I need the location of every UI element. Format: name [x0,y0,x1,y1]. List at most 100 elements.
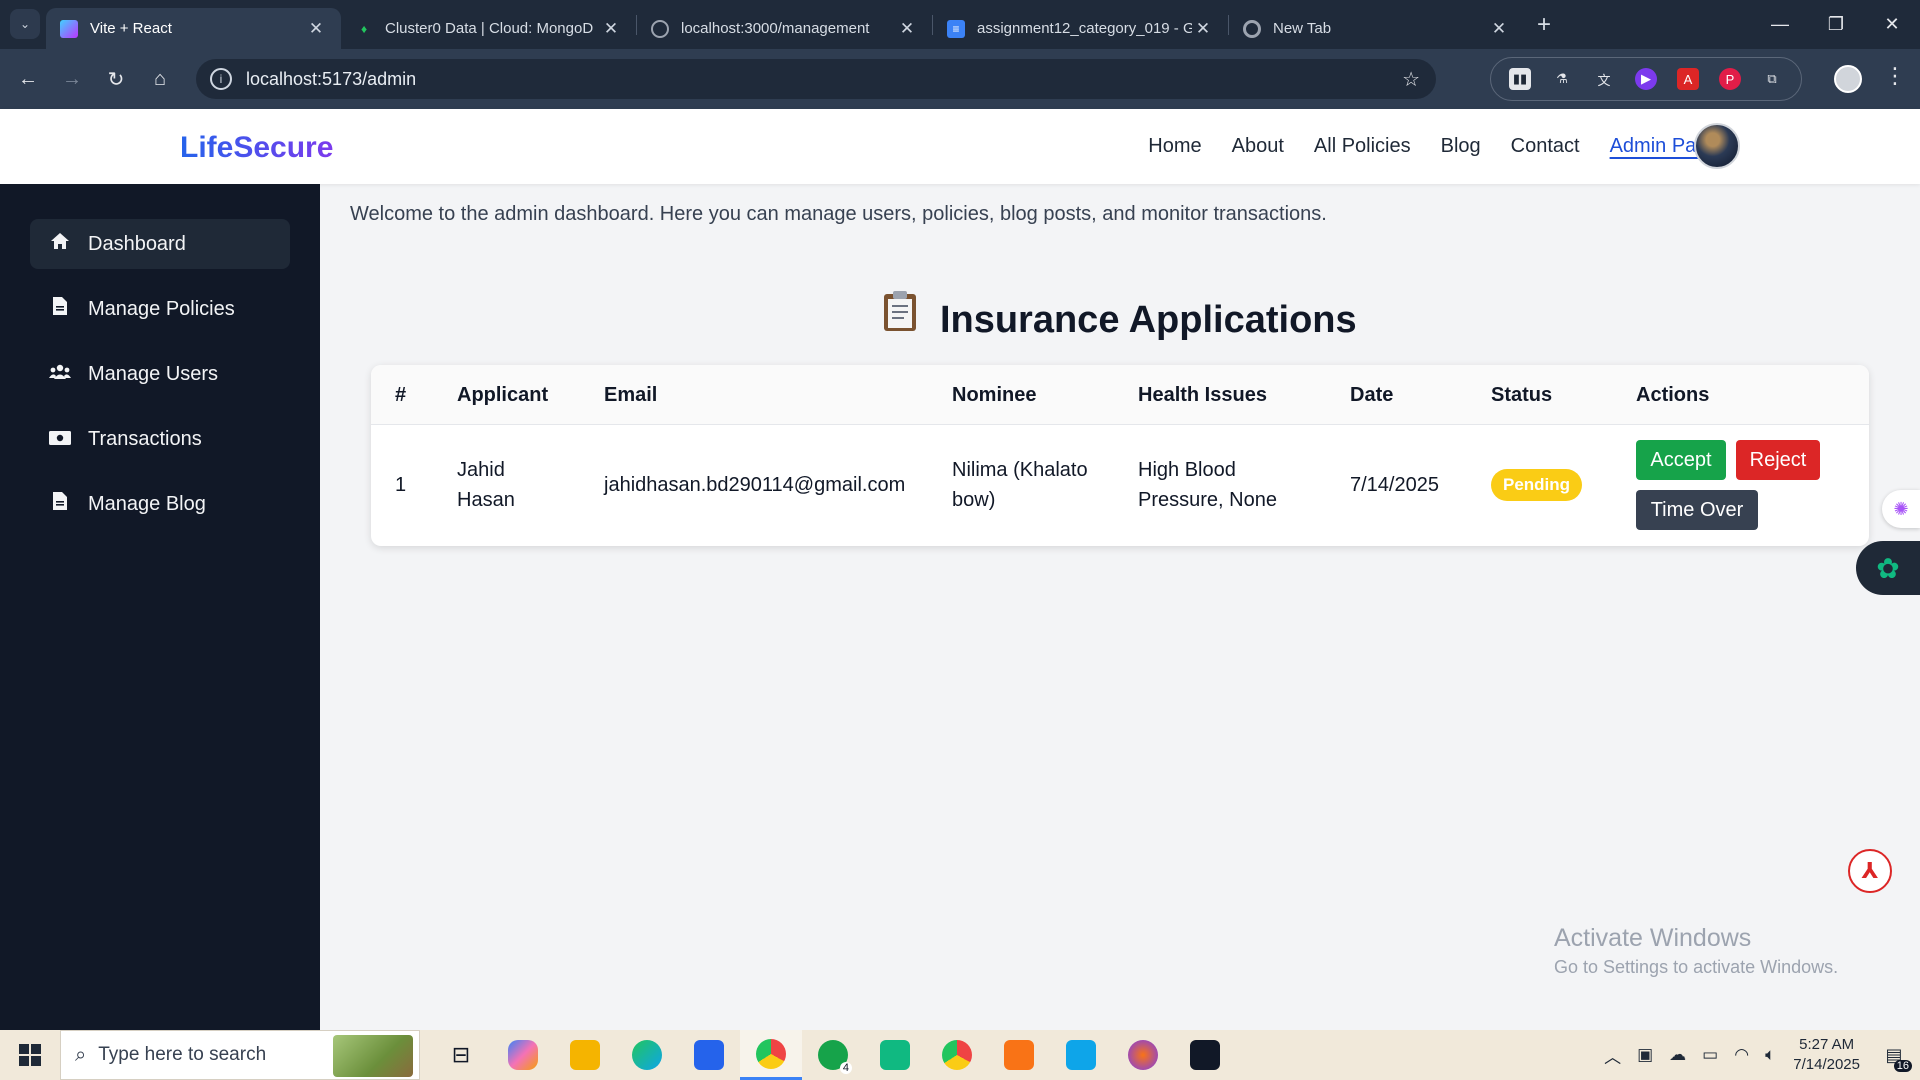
close-tab-icon[interactable]: ✕ [1488,19,1510,39]
welcome-text: Welcome to the admin dashboard. Here you… [350,203,1327,225]
pdf-extension-icon[interactable]: A [1677,68,1699,90]
back-icon[interactable]: ← [6,59,50,99]
nominee-line2: bow) [952,489,996,511]
clipboard-icon [883,290,917,342]
meet-now-icon[interactable]: ▣ [1637,1045,1653,1065]
status-cell: Pending [1491,469,1583,501]
tab-title: Vite + React [90,20,172,37]
reload-icon[interactable]: ↻ [94,59,138,99]
pinterest-icon[interactable]: P [1719,68,1741,90]
mongodb-leaf-icon: ♦ [360,21,368,36]
wifi-icon[interactable]: ◠ [1734,1045,1749,1065]
taskbar-apps: ⊟ 4 [430,1030,1236,1080]
close-tab-icon[interactable]: ✕ [1192,19,1214,39]
close-tab-icon[interactable]: ✕ [896,19,918,39]
nav-contact[interactable]: Contact [1511,135,1580,158]
site-logo[interactable]: LifeSecure [180,131,333,165]
time-over-button[interactable]: Time Over [1636,490,1758,530]
puzzle-icon[interactable]: ⧉ [1761,68,1783,90]
chrome-profile-icon[interactable] [926,1030,988,1080]
globe-icon [651,19,669,38]
sidebar-item-dashboard[interactable]: Dashboard [30,219,290,269]
clock[interactable]: 5:27 AM 7/14/2025 [1793,1035,1860,1075]
watermark-subtitle: Go to Settings to activate Windows. [1554,957,1839,977]
chatgpt-icon[interactable]: ✿ [1856,541,1920,595]
browser-profile-avatar[interactable] [1834,65,1862,93]
vscode-icon[interactable] [1050,1030,1112,1080]
search-placeholder: Type here to search [98,1044,267,1065]
brain-extension-icon[interactable]: ✺ [1882,490,1920,528]
browser-tab-2[interactable]: ♦ Cluster0 Data | Cloud: MongoD ✕ [341,8,636,49]
close-tab-icon[interactable]: ✕ [600,19,622,39]
user-avatar[interactable] [1694,123,1740,169]
chevron-down-icon: ⌄ [19,17,31,31]
sidebar-item-label: Manage Policies [88,297,235,320]
reading-list-icon[interactable]: ▮▮ [1509,68,1531,90]
extensions-group: ▮▮ ⚗ 文 ▶ A P ⧉ [1490,57,1802,101]
browser-tab-1[interactable]: Vite + React ✕ [46,8,341,49]
xampp-icon[interactable] [988,1030,1050,1080]
sidebar-item-label: Manage Users [88,362,219,385]
pdf-icon[interactable]: ⅄ [1848,849,1892,893]
money-icon [48,428,72,451]
close-window-icon[interactable]: ✕ [1864,0,1920,49]
accept-button[interactable]: Accept [1636,440,1726,480]
copilot-icon[interactable] [492,1030,554,1080]
sidebar-item-manage-blog[interactable]: Manage Blog [30,479,290,529]
health-issues-line1: High Blood [1138,459,1236,481]
nav-blog[interactable]: Blog [1441,135,1481,158]
site-info-icon[interactable]: i [210,68,232,90]
site-header: LifeSecure Home About All Policies Blog … [0,109,1920,184]
close-tab-icon[interactable]: ✕ [305,19,327,39]
browser-tab-strip: ⌄ Vite + React ✕ ♦ Cluster0 Data | Cloud… [0,0,1920,49]
sidebar-item-manage-policies[interactable]: Manage Policies [30,284,290,334]
windows-start-icon[interactable] [0,1030,60,1080]
tab-search-button[interactable]: ⌄ [10,9,40,39]
restore-icon[interactable]: ❐ [1808,0,1864,49]
pycharm-icon[interactable] [864,1030,926,1080]
onedrive-icon[interactable]: ☁ [1669,1045,1686,1065]
extension-icon[interactable]: ⚗ [1551,68,1573,90]
nav-all-policies[interactable]: All Policies [1314,135,1411,158]
users-icon [48,363,72,386]
chevron-up-icon[interactable]: ︿ [1604,1043,1621,1068]
browser-tab-5[interactable]: New Tab ✕ [1229,8,1524,49]
home-icon[interactable]: ⌂ [138,59,182,99]
volume-icon[interactable]: 🔈︎ [1765,1045,1775,1065]
nav-home[interactable]: Home [1148,135,1201,158]
nav-about[interactable]: About [1232,135,1284,158]
reject-button[interactable]: Reject [1736,440,1820,480]
browser-tab-4[interactable]: ≡ assignment12_category_019 - G ✕ [933,8,1228,49]
firefox-icon[interactable] [1112,1030,1174,1080]
address-bar[interactable]: i localhost:5173/admin ☆ [196,59,1436,99]
microsoft-store-icon[interactable] [678,1030,740,1080]
sidebar-item-manage-users[interactable]: Manage Users [30,349,290,399]
sidebar-item-transactions[interactable]: Transactions [30,414,290,464]
search-highlight-image [333,1035,413,1077]
column-header: Status [1491,384,1553,406]
tab-title: New Tab [1273,20,1332,37]
minimize-icon[interactable]: — [1752,0,1808,49]
bookmark-star-icon[interactable]: ☆ [1402,67,1420,92]
media-extension-icon[interactable]: ▶ [1635,68,1657,90]
table-row: 1 Jahid Hasan jahidhasan.bd290114@gmail.… [371,425,1869,546]
column-header: # [395,384,407,406]
translate-icon[interactable]: 文 [1593,68,1615,90]
applications-table: # Applicant Email Nominee Health Issues … [371,365,1869,546]
browser-tab-3[interactable]: localhost:3000/management ✕ [637,8,932,49]
taskbar-search[interactable]: ⌕ Type here to search [60,1030,420,1080]
chrome-icon[interactable] [740,1030,802,1080]
whatsapp-icon[interactable]: 4 [802,1030,864,1080]
battery-icon[interactable]: ▭ [1702,1045,1718,1065]
watermark-title: Activate Windows [1554,924,1752,952]
edge-icon[interactable] [616,1030,678,1080]
forward-icon[interactable]: → [50,59,94,99]
terminal-icon[interactable] [1174,1030,1236,1080]
column-header: Health Issues [1138,384,1267,406]
sidebar-item-label: Manage Blog [88,492,206,515]
file-explorer-icon[interactable] [554,1030,616,1080]
notifications-icon[interactable]: ▤ 16 [1876,1038,1912,1072]
new-tab-button[interactable]: + [1524,11,1564,39]
task-view-icon[interactable]: ⊟ [430,1030,492,1080]
more-menu-icon[interactable]: ⋮ [1884,63,1906,89]
